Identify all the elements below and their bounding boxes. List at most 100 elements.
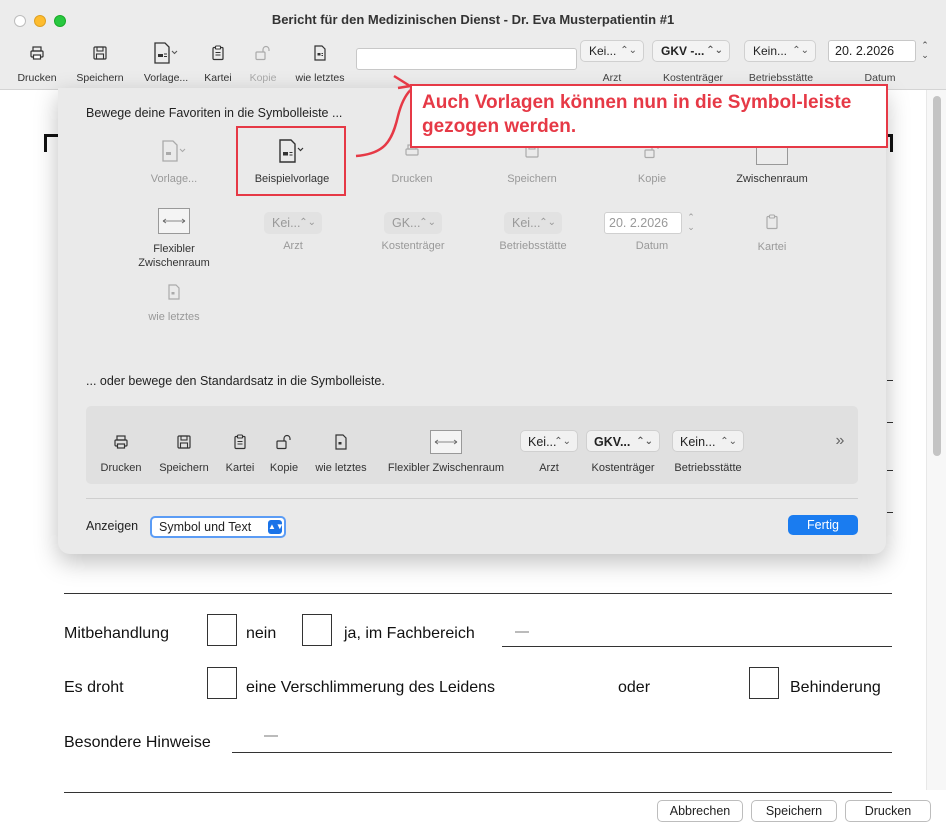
titlebar-toolbar: Bericht für den Medizinischen Dienst - D… — [0, 0, 946, 90]
palette-date-stepper[interactable]: ⌃ ⌄ — [684, 212, 698, 234]
palette-date-label: Datum — [635, 240, 669, 252]
date-field[interactable]: 20. 2.2026 — [828, 40, 916, 62]
default-kostentraeger-popup: GKV... ⌃⌄ — [586, 430, 660, 452]
palette-kostentraeger-popup[interactable]: GK... ⌃⌄ — [384, 212, 442, 234]
nein-label: nein — [246, 625, 277, 642]
clipboard-icon — [742, 212, 802, 232]
mitbehandlung-nein-checkbox[interactable] — [207, 614, 237, 646]
oder-label: oder — [618, 679, 651, 696]
date-stepper[interactable]: ⌃ ⌄ — [918, 40, 932, 62]
behinderung-checkbox[interactable] — [749, 667, 779, 699]
palette-item-label: Flexibler Zwischenraum — [138, 243, 210, 269]
default-arzt-value: Kei... — [528, 435, 557, 449]
es-droht-label: Es droht — [64, 679, 124, 696]
palette-betriebsstaette-popup[interactable]: Kei... ⌃⌄ — [504, 212, 562, 234]
palette-item-flexible-space[interactable]: Flexibler Zwischenraum — [128, 208, 220, 270]
app-window: Bericht für den Medizinischen Dienst - D… — [0, 0, 946, 836]
default-like-last: wie letztes — [308, 430, 374, 474]
fachbereich-field-placeholder[interactable] — [515, 631, 529, 633]
toolbar-save-button[interactable]: Speichern — [70, 42, 130, 84]
default-flexible-space: Flexibler Zwischenraum — [380, 430, 512, 474]
default-betriebsstaette-popup: Kein... ⌃⌄ — [672, 430, 744, 452]
toolbar-print-label: Drucken — [17, 72, 57, 84]
updown-chevron-icon: ⌃⌄ — [720, 436, 737, 447]
lock-open-icon — [264, 430, 304, 454]
fachbereich-field-line — [502, 646, 892, 647]
toolbar-template-button[interactable]: Vorlage... — [138, 42, 194, 84]
customize-toolbar-sheet: Bewege deine Favoriten in die Symbolleis… — [58, 88, 886, 554]
betriebsstaette-label: Betriebsstätte — [748, 72, 814, 84]
floppy-icon — [70, 42, 130, 64]
updown-chevron-icon: ⌃⌄ — [792, 45, 809, 56]
document-icon — [308, 430, 374, 454]
verschlimmerung-checkbox[interactable] — [207, 667, 237, 699]
floppy-icon — [152, 430, 216, 454]
mitbehandlung-ja-checkbox[interactable] — [302, 614, 332, 646]
show-mode-value: Symbol und Text — [159, 520, 252, 534]
updown-chevron-icon: ⌃⌄ — [299, 217, 316, 228]
form-corner-mark-left-top — [44, 134, 58, 137]
arzt-popup[interactable]: Kei... ⌃⌄ — [580, 40, 644, 62]
updown-chevron-icon: ⌃⌄ — [554, 436, 571, 447]
document-icon — [288, 42, 352, 64]
palette-item-like-last[interactable]: wie letztes — [138, 282, 210, 324]
show-label: Anzeigen — [86, 519, 139, 533]
form-line-stub — [887, 512, 893, 513]
default-item-label: Kopie — [269, 462, 299, 474]
done-button[interactable]: Fertig — [788, 515, 858, 535]
palette-item-label: Speichern — [507, 173, 557, 185]
betriebsstaette-popup[interactable]: Kein... ⌃⌄ — [744, 40, 816, 62]
default-save: Speichern — [152, 430, 216, 474]
default-item-label: Drucken — [100, 462, 142, 474]
palette-arzt-popup[interactable]: Kei... ⌃⌄ — [264, 212, 322, 234]
palette-item-label: Vorlage... — [150, 173, 198, 185]
print-button[interactable]: Drucken — [845, 800, 931, 822]
ja-fachbereich-label: ja, im Fachbereich — [344, 625, 475, 642]
palette-item-label: wie letztes — [148, 311, 200, 323]
default-kostentraeger-label: Kostenträger — [591, 462, 655, 474]
show-mode-select[interactable]: Symbol und Text ▲▼ — [150, 516, 286, 538]
window-title: Bericht für den Medizinischen Dienst - D… — [271, 12, 675, 27]
default-arzt-popup: Kei... ⌃⌄ — [520, 430, 578, 452]
scrollbar-thumb[interactable] — [933, 96, 941, 456]
palette-kostentraeger-label: Kostenträger — [381, 240, 445, 252]
template-icon — [136, 138, 212, 164]
toolbar-print-button[interactable]: Drucken — [14, 42, 60, 84]
palette-item-label: Drucken — [391, 173, 433, 185]
palette-item-label: Kopie — [637, 173, 667, 185]
printer-icon — [14, 42, 60, 64]
cancel-button[interactable]: Abbrechen — [657, 800, 743, 822]
toolbar-copy-button[interactable]: Kopie — [244, 42, 282, 84]
default-print: Drucken — [94, 430, 148, 474]
palette-betriebsstaette-label: Betriebsstätte — [499, 240, 567, 252]
kostentraeger-popup-value: GKV -... — [661, 44, 705, 58]
date-label: Datum — [864, 72, 896, 84]
overflow-chevron-icon: » — [835, 432, 845, 449]
form-line-stub — [887, 422, 893, 423]
flexible-space-icon — [380, 430, 512, 454]
verschlimmerung-label: eine Verschlimmerung des Leidens — [246, 679, 496, 696]
arzt-label: Arzt — [602, 72, 622, 84]
palette-item-template[interactable]: Vorlage... — [136, 138, 212, 186]
form-line-stub — [887, 380, 893, 381]
palette-betriebsstaette-value: Kei... — [512, 216, 541, 230]
save-button[interactable]: Speichern — [751, 800, 837, 822]
palette-item-kartei[interactable]: Kartei — [742, 212, 802, 254]
toolbar-template-label: Vorlage... — [143, 72, 189, 84]
palette-date-field[interactable]: 20. 2.2026 — [604, 212, 682, 234]
clipboard-icon — [200, 42, 236, 64]
default-betriebsstaette-label: Betriebsstätte — [674, 462, 742, 474]
arzt-popup-value: Kei... — [589, 44, 617, 58]
default-set-heading: ... oder bewege den Standardsatz in die … — [86, 374, 385, 388]
hinweise-field-placeholder[interactable] — [264, 735, 278, 737]
default-kostentraeger-value: GKV... — [594, 435, 631, 449]
default-set-bar[interactable]: Drucken Speichern Kartei Kopie wie letzt… — [86, 406, 858, 484]
default-item-label: Flexibler Zwischenraum — [387, 462, 505, 474]
toolbar-copy-label: Kopie — [249, 72, 277, 84]
kostentraeger-popup[interactable]: GKV -... ⌃⌄ — [652, 40, 730, 62]
toolbar-kartei-button[interactable]: Kartei — [200, 42, 236, 84]
sheet-divider — [86, 498, 858, 499]
updown-chevron-icon: ⌃⌄ — [419, 217, 436, 228]
mitbehandlung-label: Mitbehandlung — [64, 625, 169, 642]
default-arzt-label: Arzt — [539, 462, 559, 474]
